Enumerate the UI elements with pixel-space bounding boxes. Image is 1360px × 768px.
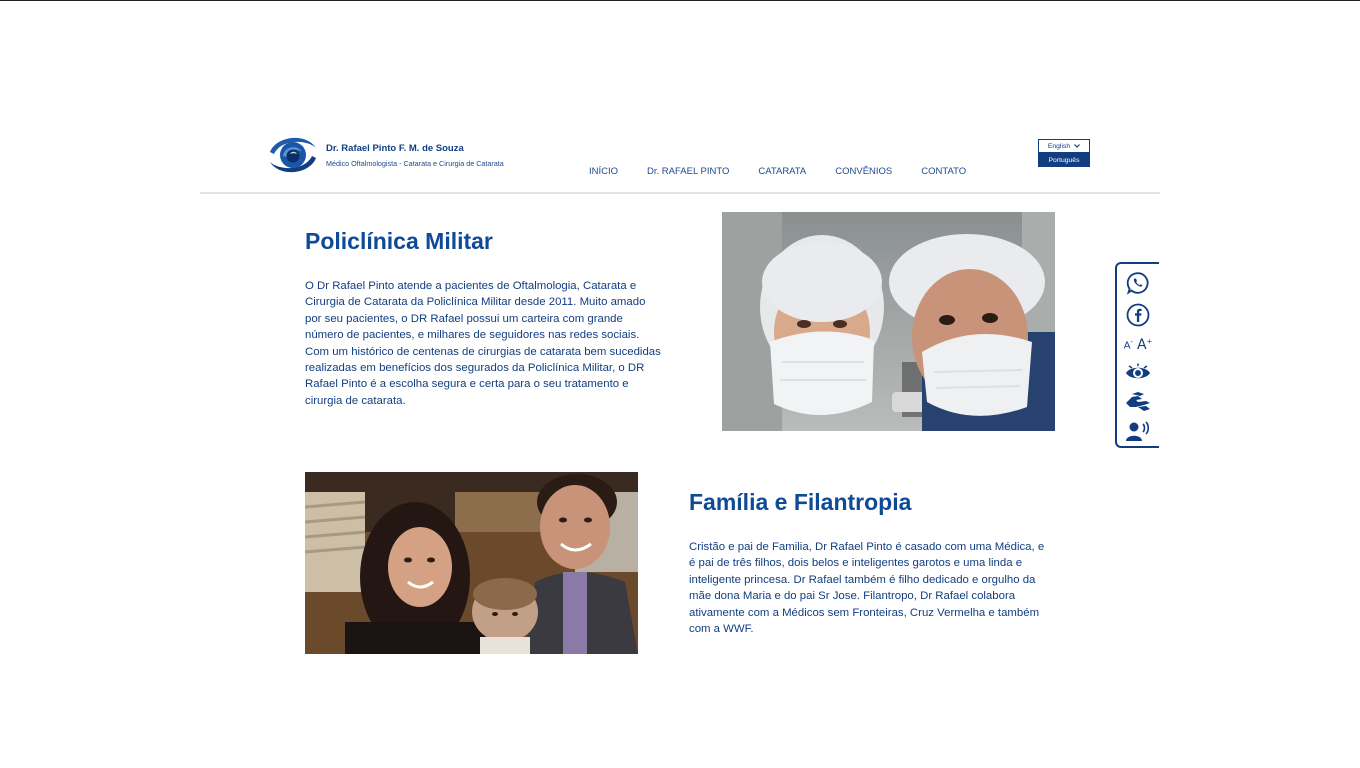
section-text-policlinica: O Dr Rafael Pinto atende a pacientes de … <box>305 280 661 407</box>
header-divider <box>200 192 1160 194</box>
whatsapp-icon <box>1126 272 1149 295</box>
photo-family <box>305 472 638 654</box>
nav-item-catarata[interactable]: CATARATA <box>758 166 806 177</box>
main-nav: INÍCIO Dr. RAFAEL PINTO CATARATA CONVÊNI… <box>589 166 966 177</box>
nav-item-convenios[interactable]: CONVÊNIOS <box>835 166 892 177</box>
language-option-portugues[interactable]: Português <box>1038 153 1090 167</box>
brand-name[interactable]: Dr. Rafael Pinto F. M. de Souza <box>326 143 464 154</box>
top-border <box>0 0 1360 1</box>
photo-surgeons-selfie <box>722 212 1055 431</box>
sign-language-button[interactable] <box>1117 390 1159 414</box>
font-size-controls: A- A+ <box>1117 334 1159 356</box>
screen-reader-icon <box>1126 421 1150 441</box>
facebook-button[interactable] <box>1117 301 1159 329</box>
facebook-icon <box>1126 303 1150 327</box>
language-switcher: English Português <box>1038 139 1090 167</box>
site-header: Dr. Rafael Pinto F. M. de Souza Médico O… <box>200 128 1160 194</box>
contrast-button[interactable] <box>1117 361 1159 385</box>
language-select[interactable]: English <box>1038 139 1090 153</box>
whatsapp-button[interactable] <box>1117 270 1159 296</box>
chevron-down-icon <box>1074 144 1081 148</box>
nav-item-contato[interactable]: CONTATO <box>921 166 966 177</box>
section-title-familia: Família e Filantropia <box>689 489 912 515</box>
nav-item-dr-rafael-pinto[interactable]: Dr. RAFAEL PINTO <box>647 166 729 177</box>
screen-reader-button[interactable] <box>1117 419 1159 443</box>
font-increase-button[interactable]: A+ <box>1137 337 1152 353</box>
font-decrease-button[interactable]: A- <box>1124 338 1133 351</box>
section-text-familia: Cristão e pai de Familia, Dr Rafael Pint… <box>689 541 1045 636</box>
brand-subtitle: Médico Oftalmologista - Catarata e Cirur… <box>326 159 504 168</box>
accessibility-toolbar: A- A+ <box>1115 262 1159 448</box>
section-title-policlinica: Policlínica Militar <box>305 228 493 254</box>
language-selected: English <box>1047 142 1071 150</box>
sign-language-icon <box>1126 392 1150 411</box>
eye-swirl-logo-icon[interactable] <box>266 132 320 178</box>
contrast-eye-icon <box>1126 363 1150 379</box>
nav-item-inicio[interactable]: INÍCIO <box>589 166 618 177</box>
